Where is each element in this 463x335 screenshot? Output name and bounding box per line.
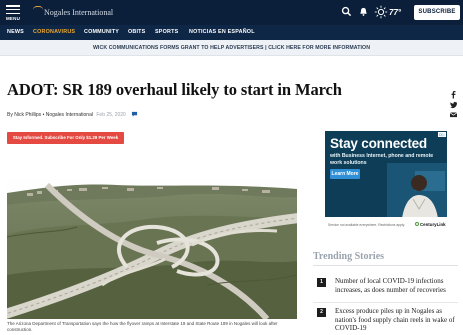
advertisement[interactable]: D▷ Stay connected with Business Internet… bbox=[325, 131, 447, 234]
bell-icon[interactable] bbox=[358, 6, 369, 17]
ad-brand: CenturyLink bbox=[415, 222, 446, 227]
announcement-banner[interactable]: WICK COMMUNICATIONS FORMS GRANT TO HELP … bbox=[0, 40, 463, 56]
byline-date: Feb 25, 2020 bbox=[96, 112, 126, 118]
sun-icon bbox=[374, 5, 388, 19]
trending-item-1[interactable]: 1 Number of local COVID-19 infections in… bbox=[313, 277, 458, 305]
site-logo[interactable]: Nogales International bbox=[33, 6, 113, 19]
weather-widget[interactable]: 77° bbox=[374, 5, 401, 19]
subscribe-button[interactable]: SUBSCRIBE bbox=[414, 5, 460, 20]
trending-item-2[interactable]: 2 Excess produce piles up in Nogales as … bbox=[313, 307, 458, 335]
article-photo[interactable] bbox=[7, 175, 297, 319]
interchange-rendering-image bbox=[7, 175, 297, 319]
trending-text[interactable]: Number of local COVID-19 infections incr… bbox=[335, 277, 457, 294]
top-bar: MENU Nogales International 77° SUBSCRIBE bbox=[0, 0, 463, 25]
nav-community[interactable]: COMMUNITY bbox=[84, 25, 119, 40]
trending-divider bbox=[313, 302, 458, 303]
trending-rule bbox=[313, 265, 458, 266]
nav-obits[interactable]: OBITS bbox=[128, 25, 145, 40]
ad-headline: Stay connected bbox=[330, 136, 427, 151]
ad-brand-icon bbox=[415, 222, 419, 226]
nav-noticias[interactable]: NOTICIAS EN ESPAÑOL bbox=[189, 25, 255, 40]
trending-text[interactable]: Excess produce piles up in Nogales as na… bbox=[335, 307, 457, 333]
hamburger-icon bbox=[6, 5, 20, 16]
twitter-icon[interactable] bbox=[449, 96, 458, 109]
ad-footer: Service not available everywhere. Restri… bbox=[325, 217, 447, 234]
logo-mark-icon bbox=[33, 6, 43, 10]
temperature: 77° bbox=[389, 7, 402, 17]
menu-button[interactable]: MENU bbox=[4, 3, 22, 23]
site-name: Nogales International bbox=[44, 8, 114, 17]
subscribe-banner[interactable]: Stay Informed. Subscribe For Only $1.29 … bbox=[7, 132, 124, 144]
search-icon[interactable] bbox=[341, 6, 352, 17]
facebook-icon[interactable] bbox=[449, 86, 458, 99]
nav-coronavirus[interactable]: CORONAVIRUS bbox=[33, 25, 75, 40]
comment-icon[interactable] bbox=[131, 111, 138, 117]
email-icon[interactable] bbox=[449, 106, 458, 118]
article-headline: ADOT: SR 189 overhaul likely to start in… bbox=[7, 80, 342, 99]
menu-label: MENU bbox=[5, 16, 21, 21]
ad-choices-icon[interactable]: D▷ bbox=[438, 132, 446, 137]
trending-number: 2 bbox=[317, 308, 326, 317]
main-nav: NEWS CORONAVIRUS COMMUNITY OBITS SPORTS … bbox=[0, 25, 463, 40]
nav-news[interactable]: NEWS bbox=[7, 25, 24, 40]
ad-learn-more-button[interactable]: Learn More bbox=[330, 169, 360, 179]
trending-number: 1 bbox=[317, 278, 326, 287]
ad-fine-print: Service not available everywhere. Restri… bbox=[328, 223, 405, 227]
byline-author[interactable]: By Nick Phillips • Nogales International bbox=[7, 112, 93, 118]
ad-brand-name: CenturyLink bbox=[420, 222, 446, 227]
photo-caption: The Arizona Department of Transportation… bbox=[7, 321, 278, 332]
article-byline: By Nick Phillips • Nogales International… bbox=[7, 111, 138, 119]
trending-title: Trending Stories bbox=[313, 251, 385, 262]
nav-sports[interactable]: SPORTS bbox=[155, 25, 178, 40]
